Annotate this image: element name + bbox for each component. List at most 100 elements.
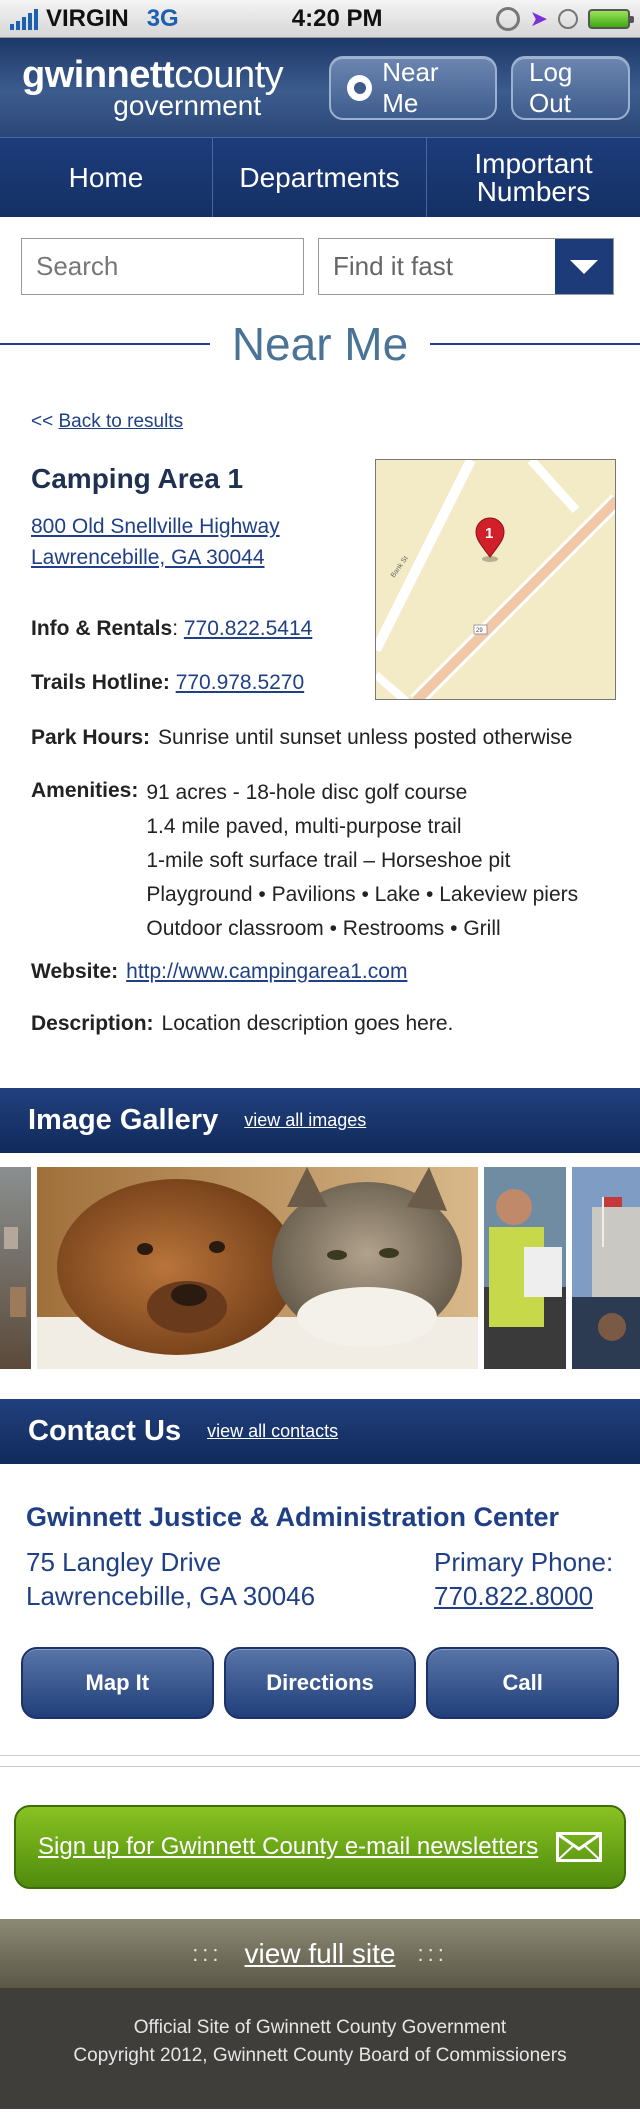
map-marker-label: 1 (485, 525, 493, 542)
separator-right: ::: (417, 1940, 448, 1966)
near-me-label: Near Me (382, 56, 439, 118)
park-hours-value: Sunrise until sunset unless posted other… (158, 726, 573, 749)
back-link-row: << Back to results (31, 411, 640, 433)
site-header: gwinnettcounty government Near Me Log Ou… (0, 38, 640, 137)
site-logo[interactable]: gwinnettcounty government (22, 56, 284, 121)
chevron-down-icon[interactable] (555, 239, 613, 294)
page-title-row: Near Me (0, 317, 640, 371)
contact-address: 75 Langley Drive Lawrencebille, GA 30046 (26, 1545, 315, 1613)
nav-home[interactable]: Home (0, 138, 213, 217)
near-me-button[interactable]: Near Me (329, 55, 497, 120)
call-button[interactable]: Call (426, 1647, 620, 1719)
newsletter-signup-link[interactable]: Sign up for Gwinnett County e-mail newsl… (38, 1833, 538, 1861)
gallery-image-officer[interactable] (484, 1167, 566, 1369)
alarm-icon (558, 8, 578, 29)
contact-phone-link[interactable]: 770.822.8000 (434, 1581, 593, 1611)
network-type: 3G (146, 4, 179, 32)
location-summary: Camping Area 1 800 Old Snellville Highwa… (0, 459, 640, 700)
amenity-item: 1.4 mile paved, multi-purpose trail (146, 815, 462, 838)
contact-card: Gwinnett Justice & Administration Center… (0, 1502, 640, 1613)
website-row: Website: http://www.campingarea1.com (31, 960, 616, 984)
website-link[interactable]: http://www.campingarea1.com (126, 960, 407, 984)
envelope-icon (556, 1832, 602, 1862)
find-it-fast-label: Find it fast (333, 251, 453, 281)
signal-icon (10, 8, 38, 30)
amenity-item: 1-mile soft surface trail – Horseshoe pi… (146, 849, 511, 872)
footer-copyright: Copyright 2012, Gwinnett County Board of… (73, 2045, 567, 2066)
amenities-row: Amenities: 91 acres - 18-hole disc golf … (31, 778, 616, 946)
view-full-site-link[interactable]: view full site (245, 1938, 396, 1970)
location-info: Camping Area 1 800 Old Snellville Highwa… (31, 459, 312, 700)
status-left: VIRGIN 3G (10, 5, 179, 33)
title-rule-left (0, 343, 210, 345)
view-full-site-bar: ::: view full site ::: (0, 1919, 640, 1988)
directions-button[interactable]: Directions (223, 1647, 417, 1719)
footer-official-site: Official Site of Gwinnett County Governm… (133, 2017, 507, 2038)
logo-government: government (113, 89, 262, 121)
contact-phone: Primary Phone: 770.822.8000 (434, 1545, 614, 1613)
page-title: Near Me (231, 318, 409, 370)
park-hours-label: Park Hours: (31, 726, 151, 749)
battery-icon (588, 8, 634, 29)
gallery-image-building[interactable] (572, 1167, 640, 1369)
info-rentals-phone-link[interactable]: 770.822.5414 (184, 617, 312, 640)
view-all-contacts-link[interactable]: view all contacts (207, 1421, 338, 1442)
contact-address-line2: Lawrencebille, GA 30046 (26, 1581, 316, 1611)
location-address-link[interactable]: 800 Old Snellville Highway Lawrencebille… (31, 511, 312, 573)
amenities-list: 91 acres - 18-hole disc golf course 1.4 … (146, 772, 578, 946)
divider (0, 1766, 640, 1767)
title-rule-right (430, 343, 640, 345)
amenity-item: Outdoor classroom • Restrooms • Grill (146, 917, 501, 940)
contact-phone-label: Primary Phone: (434, 1547, 614, 1577)
status-bar: VIRGIN 3G 4:20 PM ➤ (0, 0, 640, 38)
search-row: Find it fast (0, 217, 640, 295)
map-graphic: Bank St 29 1 (376, 460, 615, 699)
contact-details: 75 Langley Drive Lawrencebille, GA 30046… (26, 1545, 614, 1613)
image-gallery-title: Image Gallery (28, 1104, 219, 1136)
target-icon (347, 74, 373, 101)
location-details: Park Hours: Sunrise until sunset unless … (0, 726, 640, 1036)
trails-hotline-phone-link[interactable]: 770.978.5270 (176, 671, 304, 694)
view-all-images-link[interactable]: view all images (244, 1110, 366, 1131)
website-label: Website: (31, 960, 119, 983)
newsletter-signup-button[interactable]: Sign up for Gwinnett County e-mail newsl… (14, 1805, 626, 1889)
contact-name: Gwinnett Justice & Administration Center (26, 1502, 560, 1532)
contact-address-line1: 75 Langley Drive (26, 1547, 222, 1577)
find-it-fast-select[interactable]: Find it fast (318, 238, 614, 295)
carrier-name: VIRGIN (46, 4, 129, 32)
gallery-image-dog-and-cat[interactable] (37, 1167, 478, 1369)
contact-us-header: Contact Us view all contacts (0, 1399, 640, 1464)
map-it-button[interactable]: Map It (21, 1647, 214, 1719)
map-route-label: 29 (476, 628, 483, 634)
info-rentals-label: Info & Rentals (31, 617, 173, 640)
nav-important-numbers[interactable]: Important Numbers (427, 138, 640, 217)
search-input[interactable] (21, 238, 304, 295)
contact-us-title: Contact Us (28, 1415, 182, 1447)
location-name: Camping Area 1 (31, 463, 244, 494)
description-label: Description: (31, 1012, 154, 1035)
location-map[interactable]: Bank St 29 1 (375, 459, 616, 700)
log-out-button[interactable]: Log Out (511, 55, 630, 120)
info-rentals-row: Info & Rentals: 770.822.5414 (31, 617, 313, 640)
description-row: Description: Location description goes h… (31, 1012, 616, 1036)
back-to-results-link[interactable]: Back to results (58, 411, 183, 432)
park-hours-row: Park Hours: Sunrise until sunset unless … (31, 726, 616, 750)
main-nav: Home Departments Important Numbers (0, 137, 640, 217)
description-value: Location description goes here. (161, 1012, 454, 1035)
separator-left: ::: (192, 1940, 223, 1966)
image-gallery (0, 1167, 640, 1369)
gallery-image-aerial[interactable] (0, 1167, 31, 1369)
amenities-label: Amenities: (31, 779, 139, 802)
back-prefix: << (31, 411, 54, 432)
lock-rotation-icon (495, 6, 520, 31)
log-out-label: Log Out (529, 56, 573, 118)
status-right: ➤ (495, 5, 634, 32)
nav-departments[interactable]: Departments (213, 138, 427, 217)
clock: 4:20 PM (291, 4, 383, 32)
location-arrow-icon: ➤ (529, 5, 548, 31)
address-line2: Lawrencebille, GA 30044 (31, 546, 265, 569)
contact-actions: Map It Directions Call (0, 1647, 640, 1719)
trails-hotline-row: Trails Hotline: 770.978.5270 (31, 671, 312, 695)
divider (0, 1755, 640, 1756)
site-footer: Official Site of Gwinnett County Governm… (0, 1988, 640, 2109)
